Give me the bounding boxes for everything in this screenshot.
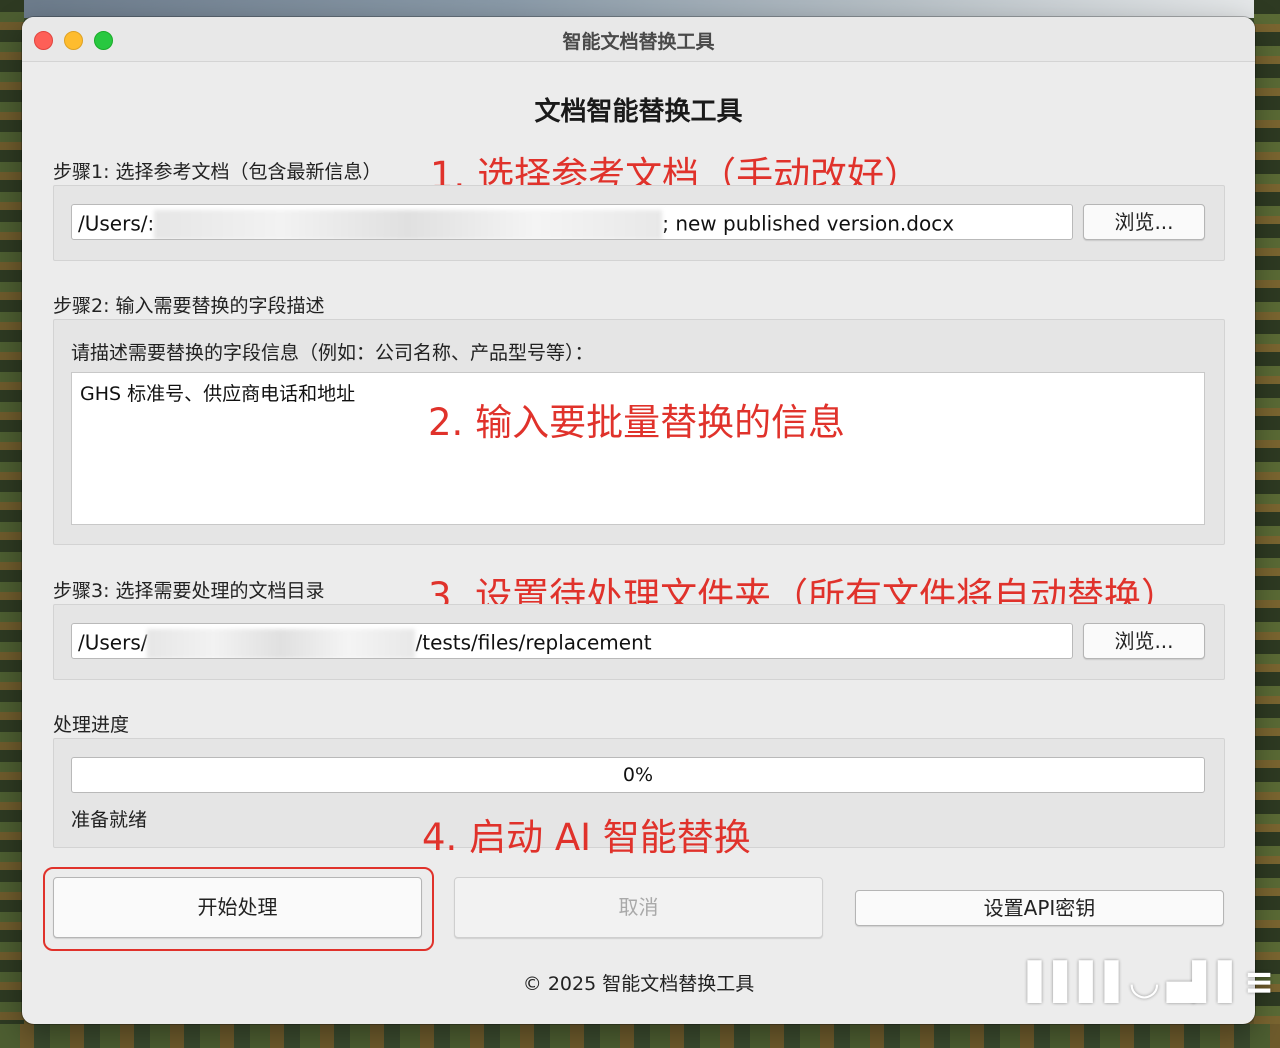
step4-annotation: 4. 启动 AI 智能替换 xyxy=(422,816,751,859)
redacted-path-segment xyxy=(154,210,663,239)
desktop-wallpaper-left xyxy=(0,0,24,1048)
redacted-path-segment xyxy=(147,629,416,658)
browse-reference-button[interactable]: 浏览... xyxy=(1083,204,1205,240)
desktop-wallpaper-top xyxy=(0,0,1280,18)
desktop-wallpaper-bottom xyxy=(0,1024,1280,1048)
browse-directory-button[interactable]: 浏览... xyxy=(1083,623,1205,659)
field-description-prompt: 请描述需要替换的字段信息（例如：公司名称、产品型号等）： xyxy=(71,342,594,364)
progress-label: 处理进度 xyxy=(53,714,130,736)
step2-annotation: 2. 输入要批量替换的信息 xyxy=(428,401,846,444)
window-title: 智能文档替换工具 xyxy=(562,31,715,53)
step1-label: 步骤1: 选择参考文档（包含最新信息） xyxy=(53,161,382,183)
set-api-key-button[interactable]: 设置API密钥 xyxy=(855,890,1224,926)
title-bar: 智能文档替换工具 xyxy=(22,17,1255,62)
reference-path-suffix: ; new published version.docx xyxy=(662,211,955,236)
app-window: 智能文档替换工具 文档智能替换工具 步骤1: 选择参考文档（包含最新信息） 1.… xyxy=(22,17,1255,1024)
target-path-prefix: /Users/ xyxy=(78,630,148,655)
progress-percentage: 0% xyxy=(622,764,654,786)
status-text: 准备就绪 xyxy=(71,809,148,831)
step2-label: 步骤2: 输入需要替换的字段描述 xyxy=(53,295,325,317)
field-description-value: GHS 标准号、供应商电话和地址 xyxy=(80,383,356,405)
watermark-logo: ▌▌▌▌◡ ▄▌▌≡ xyxy=(1027,962,1274,1003)
cancel-button[interactable]: 取消 xyxy=(454,877,823,938)
reference-document-path-field[interactable]: /Users/: ; new published version.docx xyxy=(71,204,1073,240)
target-directory-path-field[interactable]: /Users/ /tests/files/replacement xyxy=(71,623,1073,659)
target-path-suffix: /tests/files/replacement xyxy=(415,630,652,655)
start-processing-button[interactable]: 开始处理 xyxy=(53,877,422,938)
step3-group: /Users/ /tests/files/replacement 浏览... xyxy=(53,604,1225,680)
progress-bar: 0% xyxy=(71,757,1205,793)
page-title: 文档智能替换工具 xyxy=(534,97,743,127)
desktop-wallpaper-right xyxy=(1254,0,1280,1048)
step3-label: 步骤3: 选择需要处理的文档目录 xyxy=(53,580,325,602)
reference-path-prefix: /Users/: xyxy=(78,211,155,236)
step1-group: /Users/: ; new published version.docx 浏览.… xyxy=(53,185,1225,261)
